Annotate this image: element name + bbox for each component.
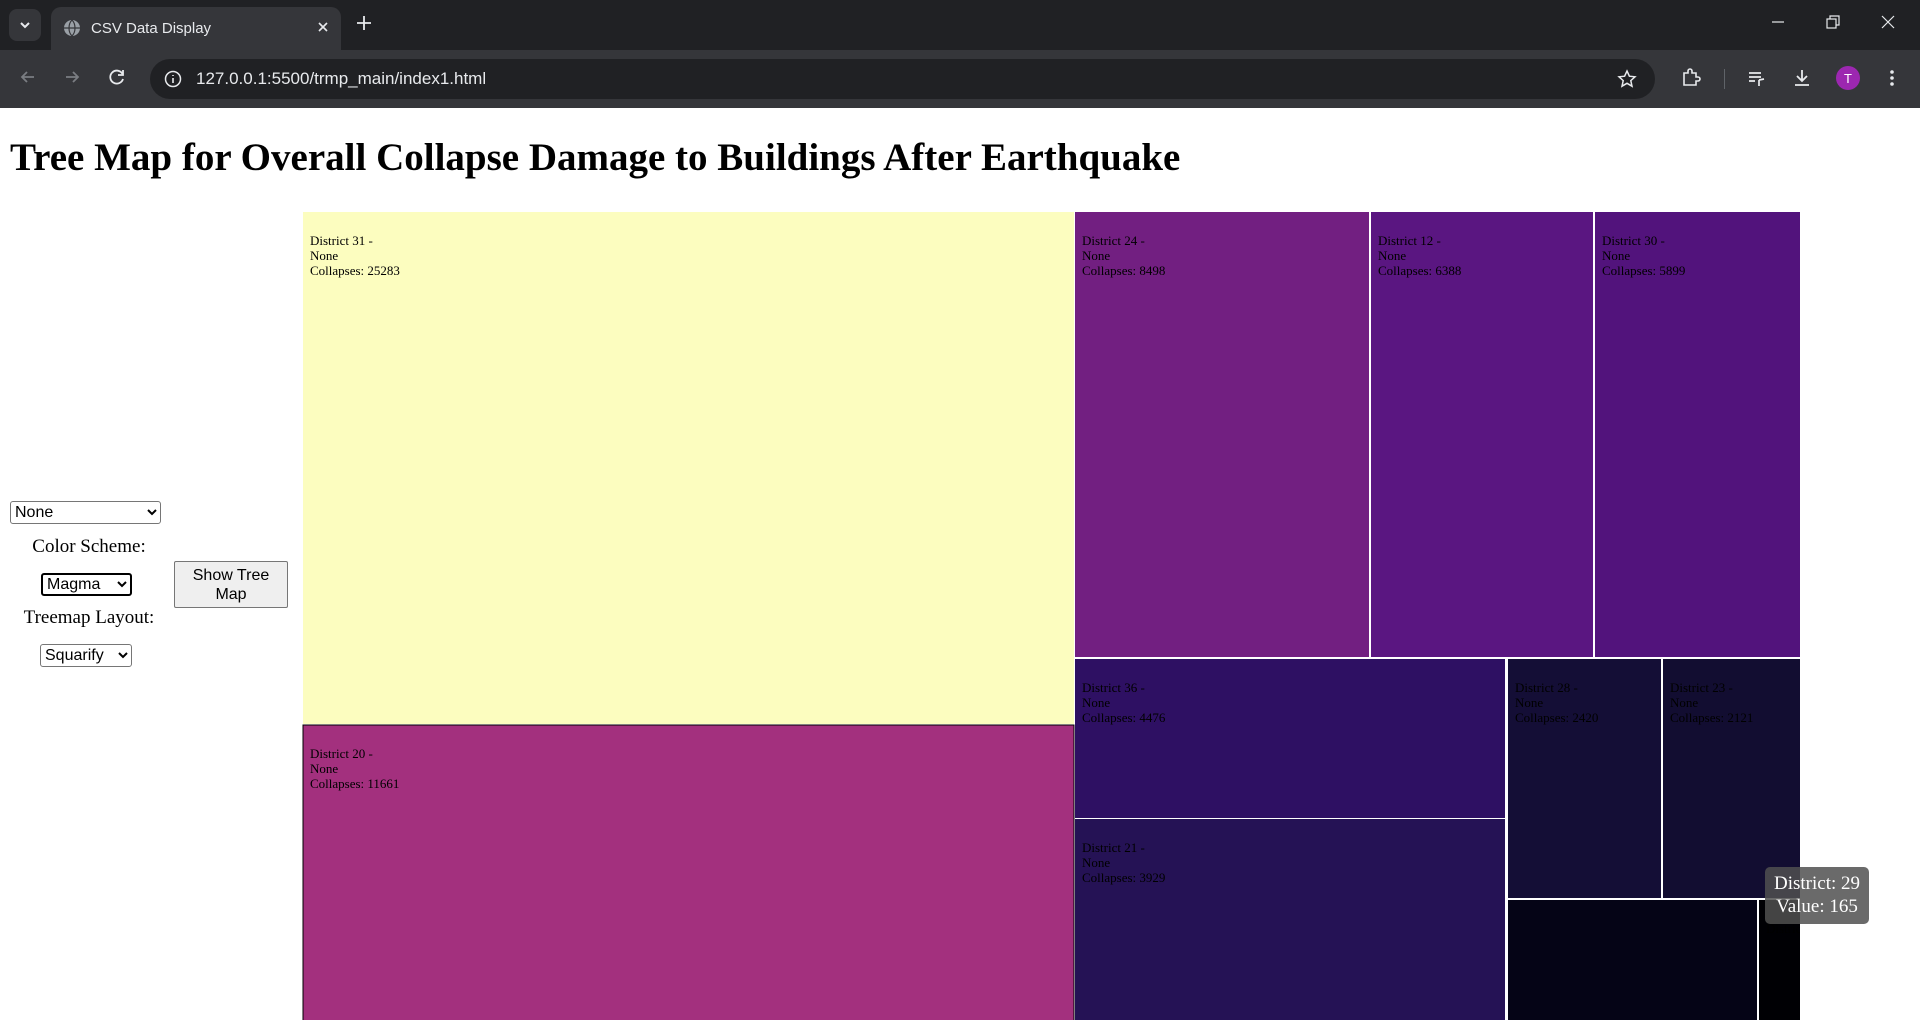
browser-tab[interactable]: CSV Data Display [51,7,341,50]
back-arrow-icon[interactable] [18,67,38,87]
treemap-cell-rect[interactable] [302,724,1075,1020]
treemap-chart: District 31 -NoneCollapses: 25283Distric… [302,212,1800,1020]
treemap-cell[interactable] [1508,900,1757,1020]
tooltip-value: Value: 165 [1776,896,1858,917]
minimize-icon[interactable] [1770,14,1786,30]
extensions-puzzle-icon[interactable] [1680,67,1702,89]
treemap-cell[interactable]: District 21 -NoneCollapses: 3929 [1075,819,1505,1020]
treemap-cell-rect[interactable] [1371,212,1593,657]
treemap-cell-district: District 31 - [310,233,373,248]
treemap-cell[interactable]: District 20 -NoneCollapses: 11661 [302,724,1075,1020]
treemap-cell-value: Collapses: 2121 [1670,710,1753,725]
treemap-cell-value: Collapses: 6388 [1378,263,1461,278]
treemap-cell-group: None [1082,248,1110,263]
treemap-cell[interactable]: District 30 -NoneCollapses: 5899 [1595,212,1800,657]
treemap-cell-value: Collapses: 2420 [1515,710,1598,725]
forward-arrow-icon[interactable] [62,67,82,87]
tooltip-district: District: 29 [1773,873,1861,894]
treemap-cell-group: None [1670,695,1698,710]
tab-title: CSV Data Display [91,20,212,37]
treemap-cell[interactable]: District 24 -NoneCollapses: 8498 [1075,212,1369,657]
treemap-tooltip: District: 29 Value: 165 [1765,867,1869,924]
profile-avatar[interactable]: T [1836,66,1860,90]
treemap-cell-value: Collapses: 5899 [1602,263,1685,278]
treemap-cell[interactable]: District 23 -NoneCollapses: 2121 [1663,659,1800,898]
treemap-cell[interactable]: District 31 -NoneCollapses: 25283 [303,212,1074,724]
treemap-cell-value: Collapses: 25283 [310,263,400,278]
treemap-cell-value: Collapses: 8498 [1082,263,1165,278]
tab-search-button[interactable] [9,9,41,41]
treemap-cell-value: Collapses: 4476 [1082,710,1166,725]
address-bar[interactable]: 127.0.0.1:5500/trmp_main/index1.html [150,59,1655,99]
new-tab-icon[interactable] [355,14,373,32]
treemap-cell-rect[interactable] [1508,900,1757,1020]
treemap-cell-group: None [310,248,338,263]
treemap-cell-district: District 24 - [1082,233,1145,248]
globe-icon [64,19,80,37]
treemap-cell[interactable]: District 12 -NoneCollapses: 6388 [1371,212,1593,657]
treemap-cell-group: None [1082,855,1110,870]
treemap-cell-district: District 28 - [1515,680,1578,695]
close-icon[interactable] [315,19,331,35]
treemap-cell-group: None [1378,248,1406,263]
page-content: Tree Map for Overall Collapse Damage to … [0,108,1920,1020]
treemap-cell-value: Collapses: 3929 [1082,870,1165,885]
media-playlist-icon[interactable] [1746,67,1768,89]
site-info-icon[interactable] [164,70,182,88]
treemap-cell-district: District 20 - [310,746,373,761]
treemap-cell-group: None [310,761,338,776]
window-close-icon[interactable] [1880,14,1896,30]
treemap-cell-rect[interactable] [1075,212,1369,657]
toolbar-separator [1724,69,1725,89]
treemap-cell-rect[interactable] [303,212,1074,724]
treemap-cell-district: District 30 - [1602,233,1665,248]
chevron-down-icon [20,22,30,29]
treemap-cell-value: Collapses: 11661 [310,776,399,791]
reload-icon[interactable] [107,67,127,87]
treemap-cell-district: District 36 - [1082,680,1145,695]
treemap-cell-district: District 23 - [1670,680,1733,695]
restore-icon[interactable] [1825,14,1841,30]
treemap-cell[interactable]: District 28 -NoneCollapses: 2420 [1508,659,1661,898]
download-icon[interactable] [1791,67,1813,89]
treemap-cell-rect[interactable] [1595,212,1800,657]
treemap-cell-group: None [1602,248,1630,263]
treemap-cell-group: None [1515,695,1543,710]
kebab-menu-icon[interactable] [1884,67,1900,89]
treemap-cell[interactable]: District 36 -NoneCollapses: 4476 [1075,659,1505,818]
treemap-cell-district: District 21 - [1082,840,1145,855]
browser-toolbar: 127.0.0.1:5500/trmp_main/index1.html T [0,50,1920,108]
treemap-cell-district: District 12 - [1378,233,1441,248]
treemap-cell-group: None [1082,695,1110,710]
browser-tabstrip: CSV Data Display [0,0,1920,50]
url-text: 127.0.0.1:5500/trmp_main/index1.html [196,69,487,88]
bookmark-star-icon[interactable] [1617,69,1637,89]
